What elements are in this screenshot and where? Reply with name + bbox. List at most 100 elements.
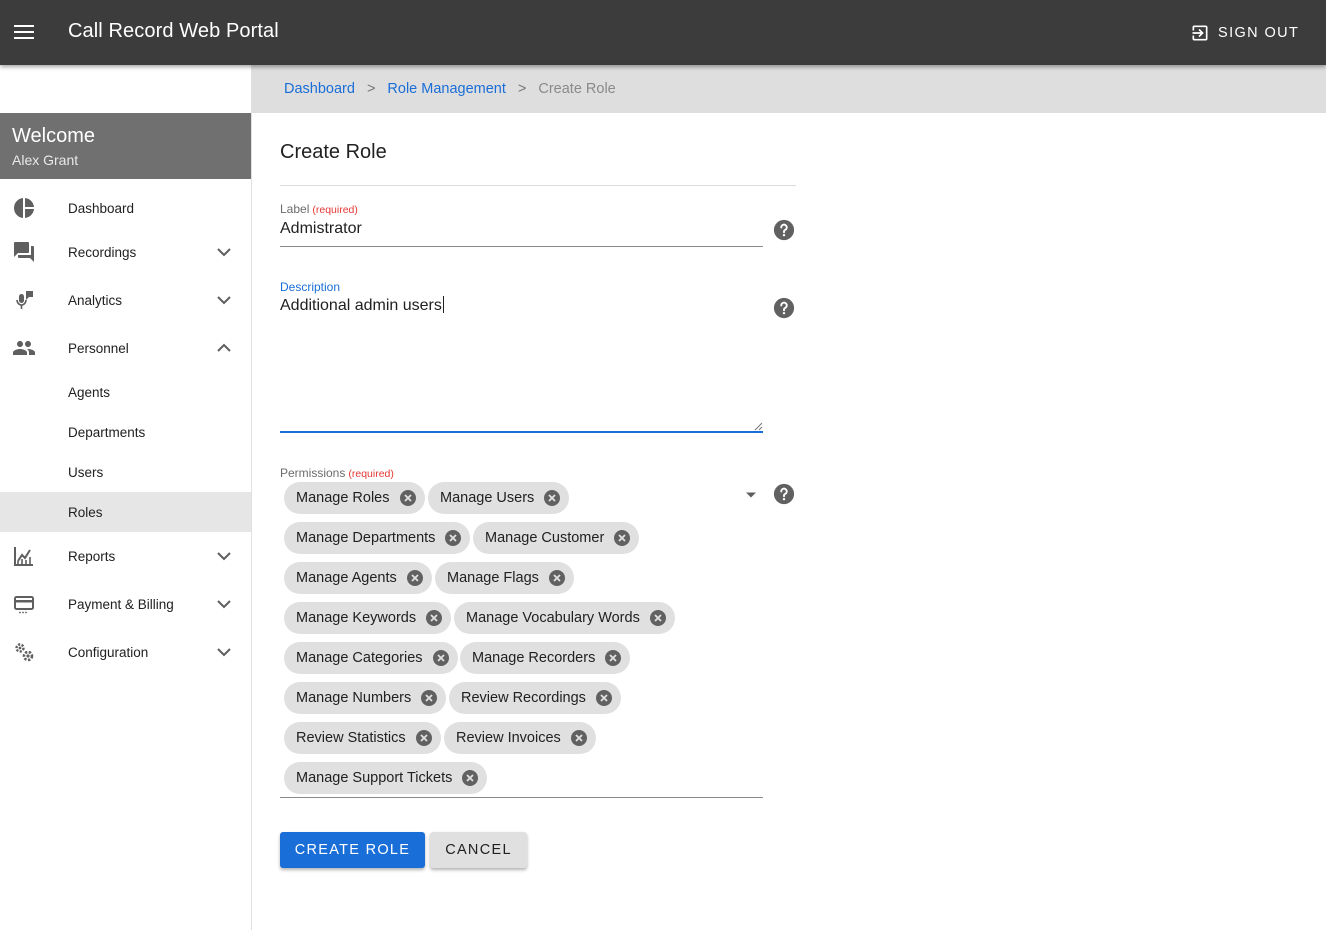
chip-label: Manage Agents — [296, 570, 397, 586]
sidebar-subitem-roles[interactable]: Roles — [0, 492, 251, 532]
permission-chip[interactable]: Manage Agents — [284, 562, 432, 594]
cancel-icon[interactable] — [399, 489, 417, 507]
sidebar-item-label: Recordings — [68, 244, 137, 260]
cancel-icon[interactable] — [461, 769, 479, 787]
sidebar-subitem-label: Users — [68, 464, 104, 480]
permission-chip[interactable]: Review Recordings — [449, 682, 621, 714]
chevron-down-icon — [217, 648, 231, 657]
permissions-field-label: Permissions (required) — [280, 466, 394, 480]
sidebar-subitem-label: Roles — [68, 504, 103, 520]
permission-chip[interactable]: Manage Users — [428, 482, 570, 514]
chip-label: Manage Support Tickets — [296, 770, 453, 786]
permission-chip[interactable]: Review Statistics — [284, 722, 441, 754]
sidebar-subitem-agents[interactable]: Agents — [0, 372, 251, 412]
chip-label: Manage Keywords — [296, 610, 417, 626]
welcome-panel: Welcome Alex Grant — [0, 113, 251, 179]
help-icon[interactable] — [773, 297, 795, 319]
sidebar-item-reports[interactable]: Reports — [0, 536, 251, 576]
chart-icon — [14, 547, 33, 566]
credit-card-icon — [14, 596, 34, 614]
cancel-icon[interactable] — [595, 689, 613, 707]
sidebar-item-label: Payment & Billing — [68, 596, 174, 612]
permission-chip[interactable]: Manage Categories — [284, 642, 458, 674]
sign-out-button[interactable]: Sign Out — [1190, 20, 1299, 46]
sidebar-subitem-label: Agents — [68, 384, 111, 400]
permission-chip[interactable]: Manage Support Tickets — [284, 762, 488, 794]
description-textarea[interactable]: Additional admin users — [280, 296, 763, 424]
chip-label: Manage Vocabulary Words — [466, 610, 640, 626]
cancel-icon[interactable] — [444, 529, 462, 547]
permission-chip[interactable]: Manage Customer — [473, 522, 640, 554]
cancel-icon[interactable] — [548, 569, 566, 587]
cancel-icon[interactable] — [432, 649, 450, 667]
create-role-button[interactable]: Create Role — [280, 832, 425, 868]
sidebar-item-analytics[interactable]: Analytics — [0, 280, 251, 320]
sidebar-item-payment-billing[interactable]: Payment & Billing — [0, 584, 251, 624]
chip-label: Manage Users — [440, 490, 535, 506]
cancel-icon[interactable] — [420, 689, 438, 707]
label-input[interactable]: Admistrator — [280, 220, 763, 244]
cancel-icon[interactable] — [649, 609, 667, 627]
permission-chip[interactable]: Manage Flags — [435, 562, 574, 594]
breadcrumb-separator: > — [517, 81, 527, 97]
chevron-down-icon — [217, 296, 231, 305]
breadcrumb-separator: > — [366, 81, 376, 97]
sidebar-subitem-label: Departments — [68, 424, 146, 440]
cancel-icon[interactable] — [425, 609, 443, 627]
chip-label: Manage Recorders — [472, 650, 596, 666]
sidebar-subitem-users[interactable]: Users — [0, 452, 251, 492]
permission-chip[interactable]: Manage Roles — [284, 482, 425, 514]
menu-icon[interactable] — [8, 16, 40, 48]
sidebar-item-personnel[interactable]: Personnel — [0, 328, 251, 368]
cancel-icon[interactable] — [613, 529, 631, 547]
chip-label: Review Invoices — [456, 730, 561, 746]
permission-chip[interactable]: Manage Vocabulary Words — [454, 602, 675, 634]
breadcrumb: Dashboard > Role Management > Create Rol… — [284, 81, 616, 97]
chip-label: Review Recordings — [461, 690, 586, 706]
cancel-icon[interactable] — [543, 489, 561, 507]
breadcrumb-current: Create Role — [538, 81, 616, 97]
breadcrumb-role-management[interactable]: Role Management — [387, 81, 506, 97]
cancel-icon[interactable] — [406, 569, 424, 587]
page-title: Create Role — [280, 141, 387, 163]
permissions-field-label-text: Permissions — [280, 466, 346, 480]
required-marker: (required) — [312, 204, 358, 216]
breadcrumb-dashboard[interactable]: Dashboard — [284, 81, 355, 97]
cancel-icon[interactable] — [604, 649, 622, 667]
description-field-label: Description — [280, 280, 341, 294]
description-underline — [280, 431, 763, 433]
required-marker: (required) — [348, 468, 394, 480]
breadcrumb-bar: Dashboard > Role Management > Create Rol… — [252, 65, 1326, 113]
forum-icon — [14, 242, 34, 262]
cancel-icon[interactable] — [415, 729, 433, 747]
sidebar-item-dashboard[interactable]: Dashboard — [0, 188, 251, 228]
chevron-down-icon — [217, 552, 231, 561]
chip-label: Manage Categories — [296, 650, 423, 666]
sidebar: Welcome Alex Grant Dashboard Recordings … — [0, 65, 252, 930]
label-input-underline — [280, 246, 763, 247]
permission-chip[interactable]: Manage Recorders — [460, 642, 631, 674]
permission-chip[interactable]: Manage Keywords — [284, 602, 452, 634]
cancel-button[interactable]: Cancel — [430, 832, 527, 868]
permission-chip[interactable]: Review Invoices — [444, 722, 596, 754]
sidebar-item-label: Personnel — [68, 340, 129, 356]
permission-chip[interactable]: Manage Departments — [284, 522, 471, 554]
chip-label: Review Statistics — [296, 730, 406, 746]
chip-label: Manage Customer — [485, 530, 605, 546]
resize-handle-icon[interactable] — [753, 421, 763, 431]
chevron-down-icon — [217, 600, 231, 609]
label-field-label-text: Label — [280, 202, 310, 216]
chip-label: Manage Numbers — [296, 690, 412, 706]
sidebar-item-configuration[interactable]: Configuration — [0, 632, 251, 672]
permission-chip[interactable]: Manage Numbers — [284, 682, 447, 714]
dropdown-arrow-icon[interactable] — [744, 491, 758, 499]
sidebar-subitem-departments[interactable]: Departments — [0, 412, 251, 452]
help-icon[interactable] — [773, 483, 795, 505]
sidebar-item-recordings[interactable]: Recordings — [0, 232, 251, 272]
cancel-icon[interactable] — [570, 729, 588, 747]
chevron-up-icon — [217, 343, 231, 352]
chip-label: Manage Departments — [296, 530, 436, 546]
pie-chart-icon — [14, 198, 34, 218]
help-icon[interactable] — [773, 219, 795, 241]
description-value: Additional admin users — [280, 297, 442, 314]
